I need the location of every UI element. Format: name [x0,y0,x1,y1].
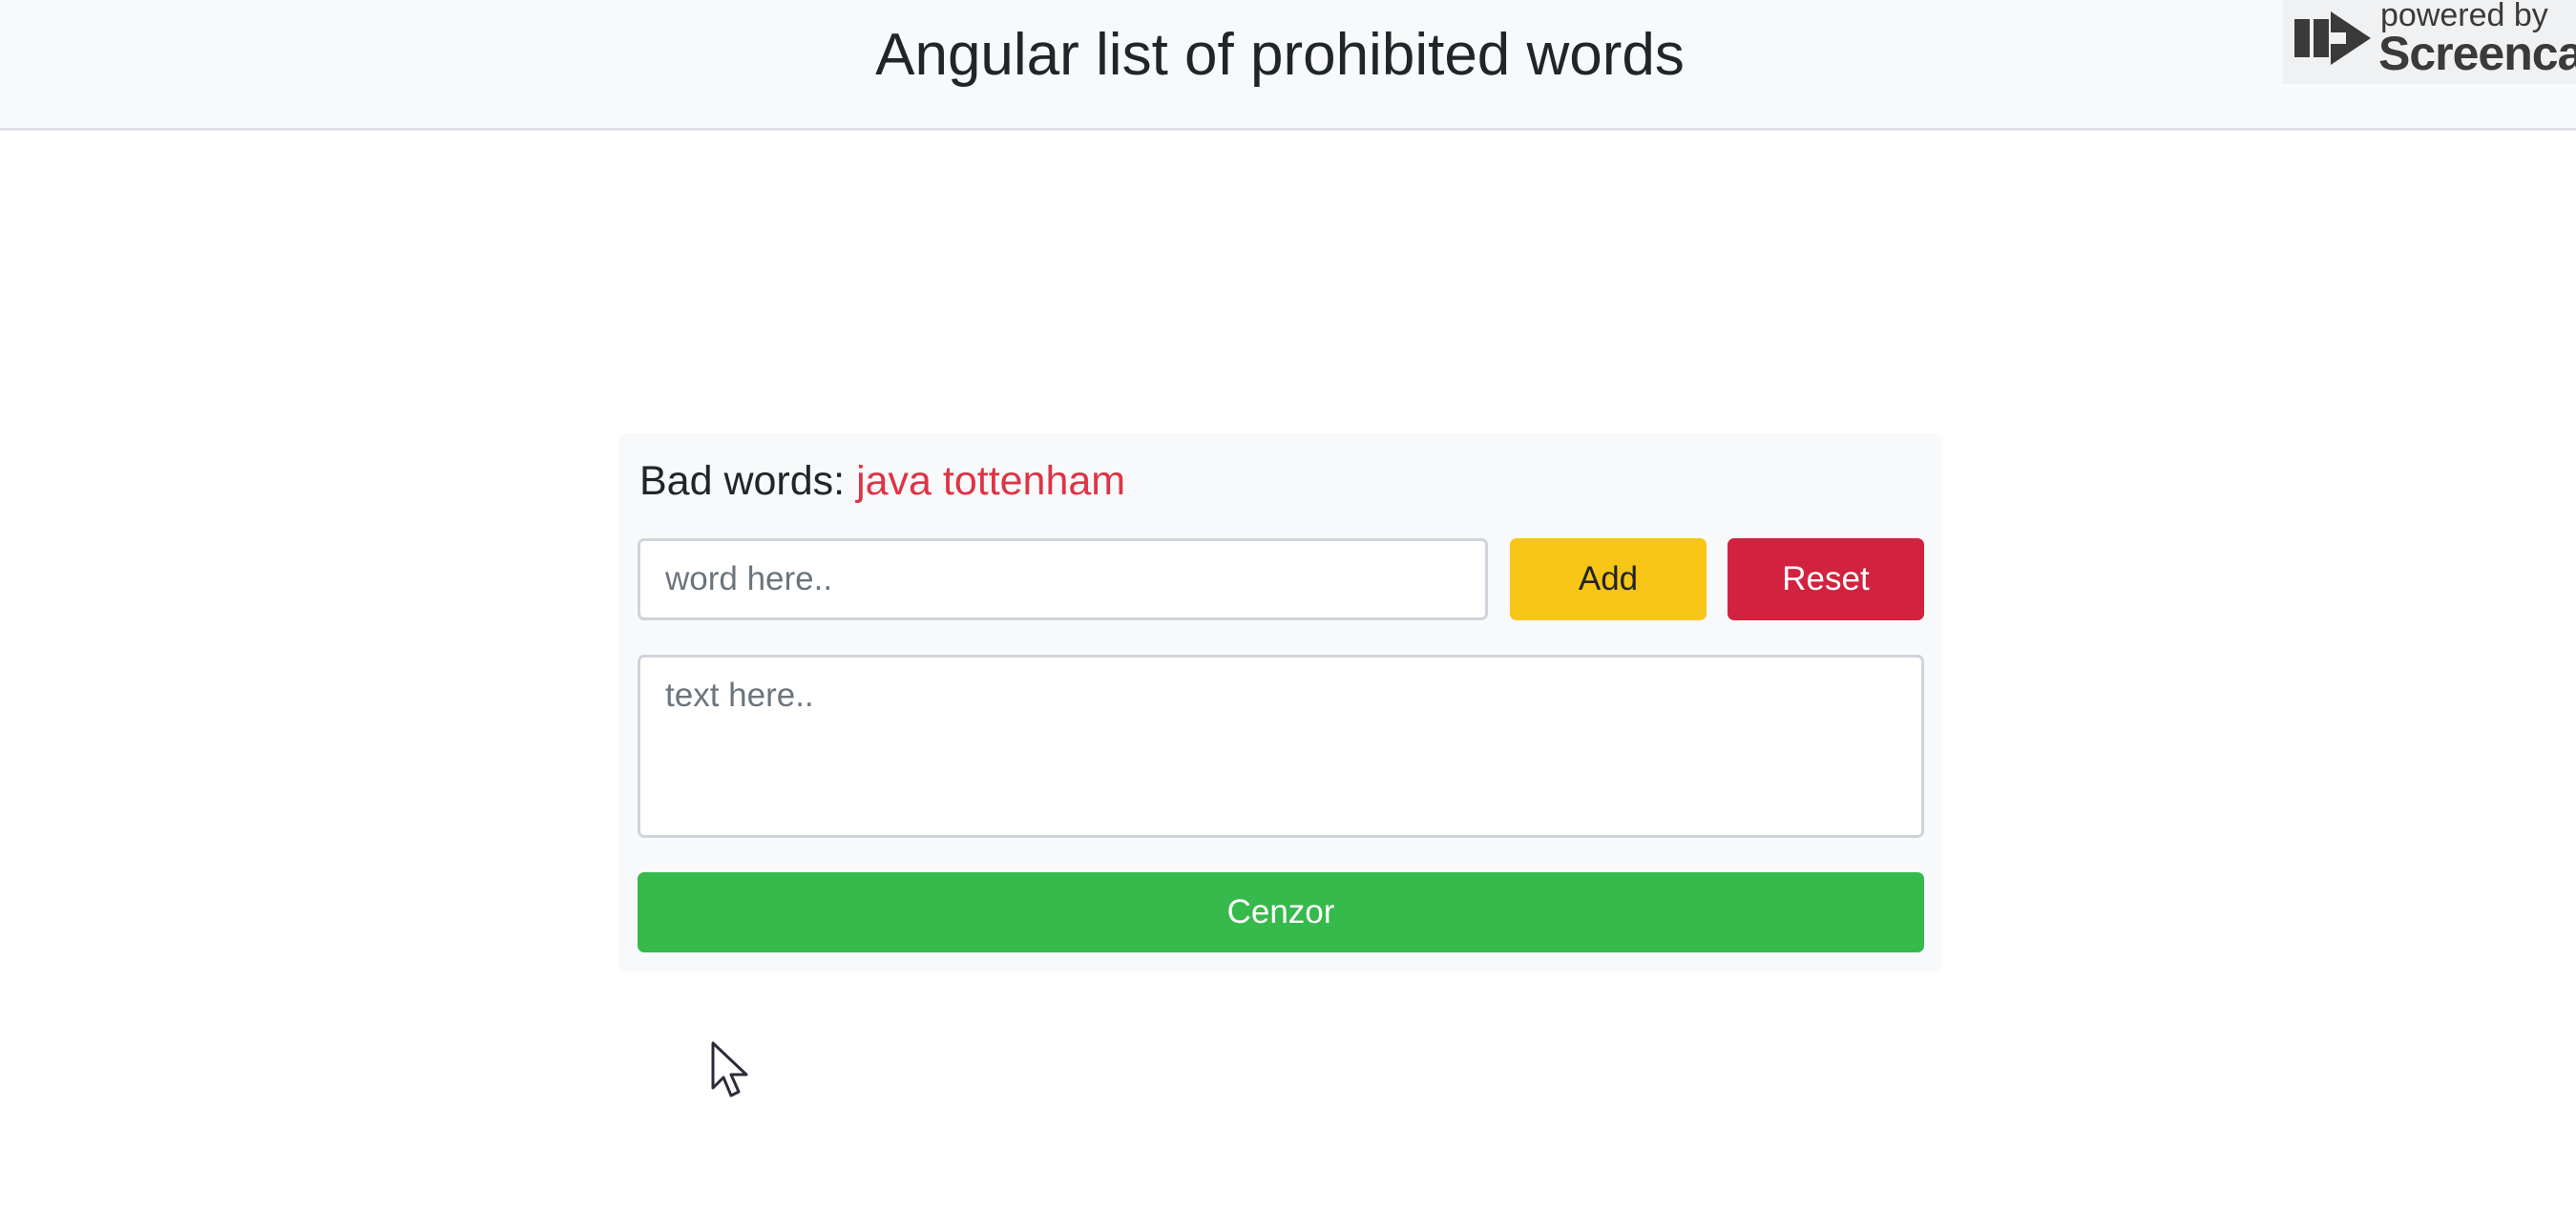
bad-words-label: Bad words: [639,458,846,504]
mouse-pointer-icon [711,1041,748,1097]
add-button[interactable]: Add [1510,538,1707,620]
reset-button[interactable]: Reset [1728,538,1924,620]
page-title: Angular list of prohibited words [875,22,1685,88]
censor-card: Bad words: java tottenham Add Reset Cenz… [618,433,1943,972]
bad-words-list: java tottenham [856,458,1126,504]
screencast-watermark[interactable]: powered by Screencast [2283,0,2576,84]
watermark-brand: Screencast [2378,27,2576,80]
screencast-logo-icon [2294,11,2371,65]
text-input[interactable] [638,655,1924,838]
page-header: Angular list of prohibited words [0,0,2576,131]
cenzor-button[interactable]: Cenzor [638,872,1924,952]
bad-words-heading: Bad words: java tottenham [639,452,1125,510]
word-input[interactable] [638,538,1488,620]
